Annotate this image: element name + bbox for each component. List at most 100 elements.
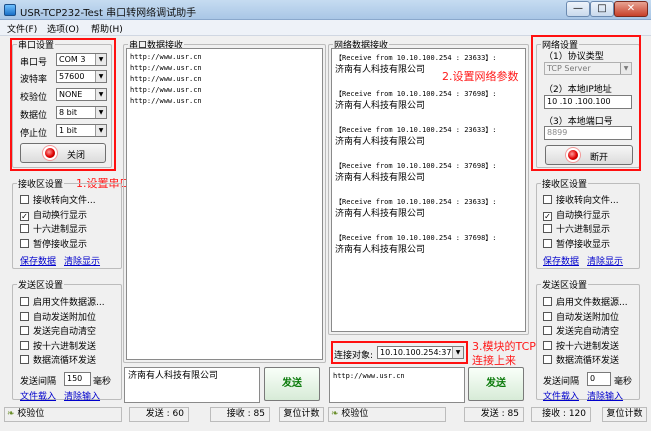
checkbox[interactable] xyxy=(543,239,552,248)
file-load-link-left[interactable]: 文件载入 xyxy=(20,389,56,402)
clear-input-link-left[interactable]: 清除输入 xyxy=(64,389,100,402)
status-sent-left: 发送 : 60 xyxy=(129,407,189,422)
checkbox[interactable] xyxy=(543,195,552,204)
serial-rx-line: http://www.usr.cn xyxy=(130,53,202,61)
net-rx-head: 【Receive from 10.10.100.254 : 37698】: xyxy=(335,90,497,98)
interval-unit-left: 毫秒 xyxy=(93,377,112,387)
rx-option-right-2[interactable]: 十六进制显示 xyxy=(543,222,610,235)
reset-count-button-left[interactable]: 复位计数 xyxy=(279,407,324,422)
clear-display-link-left[interactable]: 清除显示 xyxy=(64,254,100,267)
net-rx-body: 济南有人科技有限公司 xyxy=(335,101,426,111)
tx-option-right-2[interactable]: 发送完自动清空 xyxy=(543,324,619,337)
net-rx-body: 济南有人科技有限公司 xyxy=(335,173,426,183)
checkbox[interactable] xyxy=(543,326,552,335)
net-rx-head: 【Receive from 10.10.100.254 : 23633】: xyxy=(335,198,497,206)
interval-label-left: 发送间隔 xyxy=(20,377,57,387)
close-window-button[interactable]: ✕ xyxy=(614,1,648,17)
tx-option-left-0[interactable]: 启用文件数据源... xyxy=(20,295,105,308)
rx-option-right-1[interactable]: ✓ 自动换行显示 xyxy=(543,208,610,221)
status-leaf-icon: ❧ xyxy=(331,409,339,419)
window-title: USR-TCP232-Test 串口转网络调试助手 xyxy=(20,8,197,19)
checkbox[interactable] xyxy=(543,355,552,364)
serial-tx-textarea[interactable]: 济南有人科技有限公司 xyxy=(124,367,260,403)
checkbox[interactable] xyxy=(20,195,29,204)
net-tx-text: http://www.usr.cn xyxy=(333,372,405,380)
rx-option-left-3[interactable]: 暂停接收显示 xyxy=(20,237,87,250)
interval-label-right: 发送间隔 xyxy=(543,377,580,387)
status-check-left: ❧ 校验位 xyxy=(4,407,122,422)
serial-rx-textarea[interactable]: http://www.usr.cn http://www.usr.cn http… xyxy=(126,48,323,360)
serial-rx-line: http://www.usr.cn xyxy=(130,75,202,83)
net-rx-body: 济南有人科技有限公司 xyxy=(335,245,426,255)
checkbox[interactable]: ✓ xyxy=(20,212,29,221)
checkbox[interactable] xyxy=(543,297,552,306)
net-rx-textarea[interactable]: 【Receive from 10.10.100.254 : 23633】: 济南… xyxy=(331,48,526,332)
menu-help[interactable]: 帮助(H) xyxy=(91,22,123,35)
serial-rx-line: http://www.usr.cn xyxy=(130,64,202,72)
status-leaf-icon: ❧ xyxy=(7,409,15,419)
interval-input-right[interactable]: 0 xyxy=(587,372,611,386)
interval-input-left[interactable]: 150 xyxy=(64,372,91,386)
tx-option-left-1[interactable]: 自动发送附加位 xyxy=(20,310,96,323)
menu-options[interactable]: 选项(O) xyxy=(47,22,79,35)
reset-count-button-right[interactable]: 复位计数 xyxy=(602,407,647,422)
maximize-button[interactable]: □ xyxy=(590,1,614,17)
status-sent-right: 发送 : 85 xyxy=(464,407,524,422)
checkbox[interactable] xyxy=(20,355,29,364)
serial-send-button[interactable]: 发送 xyxy=(264,367,320,401)
checkbox[interactable] xyxy=(543,341,552,350)
status-check-right: ❧ 校验位 xyxy=(328,407,446,422)
app-icon xyxy=(4,4,16,16)
tx-option-right-4[interactable]: 数据流循环发送 xyxy=(543,353,619,366)
file-load-link-right[interactable]: 文件载入 xyxy=(543,389,579,402)
net-rx-body: 济南有人科技有限公司 xyxy=(335,137,426,147)
net-rx-head: 【Receive from 10.10.100.254 : 23633】: xyxy=(335,126,497,134)
net-tx-textarea[interactable]: http://www.usr.cn xyxy=(329,367,465,403)
menu-file[interactable]: 文件(F) xyxy=(7,22,37,35)
checkbox[interactable] xyxy=(20,239,29,248)
serial-rx-line: http://www.usr.cn xyxy=(130,86,202,94)
annotation-box-serial xyxy=(10,38,116,171)
net-rx-head: 【Receive from 10.10.100.254 : 23633】: xyxy=(335,54,497,62)
checkbox[interactable] xyxy=(20,297,29,306)
net-send-button[interactable]: 发送 xyxy=(468,367,524,401)
clear-display-link-right[interactable]: 清除显示 xyxy=(587,254,623,267)
tx-option-left-2[interactable]: 发送完自动清空 xyxy=(20,324,96,337)
checkbox[interactable] xyxy=(543,224,552,233)
checkbox[interactable] xyxy=(543,312,552,321)
net-rx-body: 济南有人科技有限公司 xyxy=(335,209,426,219)
rx-option-left-1[interactable]: ✓ 自动换行显示 xyxy=(20,208,87,221)
tx-settings-legend-right: 发送区设置 xyxy=(542,281,588,291)
net-rx-head: 【Receive from 10.10.100.254 : 37698】: xyxy=(335,234,497,242)
minimize-button[interactable]: — xyxy=(566,1,590,17)
interval-unit-right: 毫秒 xyxy=(614,377,633,387)
tx-option-left-3[interactable]: 按十六进制发送 xyxy=(20,339,96,352)
checkbox[interactable]: ✓ xyxy=(543,212,552,221)
tx-option-right-0[interactable]: 启用文件数据源... xyxy=(543,295,628,308)
save-data-link-left[interactable]: 保存数据 xyxy=(20,254,56,267)
net-rx-head: 【Receive from 10.10.100.254 : 37698】: xyxy=(335,162,497,170)
annotation-tcp-line2: 连接上来 xyxy=(472,354,516,367)
serial-tx-text: 济南有人科技有限公司 xyxy=(128,371,219,381)
checkbox[interactable] xyxy=(20,341,29,350)
rx-option-left-0[interactable]: 接收转向文件... xyxy=(20,193,96,206)
annotation-network-settings: 2.设置网络参数 xyxy=(442,70,519,83)
checkbox[interactable] xyxy=(20,224,29,233)
rx-option-right-0[interactable]: 接收转向文件... xyxy=(543,193,619,206)
checkbox[interactable] xyxy=(20,312,29,321)
serial-rx-line: http://www.usr.cn xyxy=(130,97,202,105)
annotation-box-network xyxy=(531,35,641,171)
rx-option-left-2[interactable]: 十六进制显示 xyxy=(20,222,87,235)
rx-settings-legend-left: 接收区设置 xyxy=(18,180,64,190)
rx-option-right-3[interactable]: 暂停接收显示 xyxy=(543,237,610,250)
clear-input-link-right[interactable]: 清除输入 xyxy=(587,389,623,402)
checkbox[interactable] xyxy=(20,326,29,335)
save-data-link-right[interactable]: 保存数据 xyxy=(543,254,579,267)
tx-option-right-1[interactable]: 自动发送附加位 xyxy=(543,310,619,323)
status-recv-right: 接收 : 120 xyxy=(531,407,591,422)
tx-option-right-3[interactable]: 按十六进制发送 xyxy=(543,339,619,352)
status-recv-left: 接收 : 85 xyxy=(210,407,270,422)
annotation-box-target xyxy=(331,341,468,364)
tx-option-left-4[interactable]: 数据流循环发送 xyxy=(20,353,96,366)
rx-settings-legend-right: 接收区设置 xyxy=(542,180,588,190)
